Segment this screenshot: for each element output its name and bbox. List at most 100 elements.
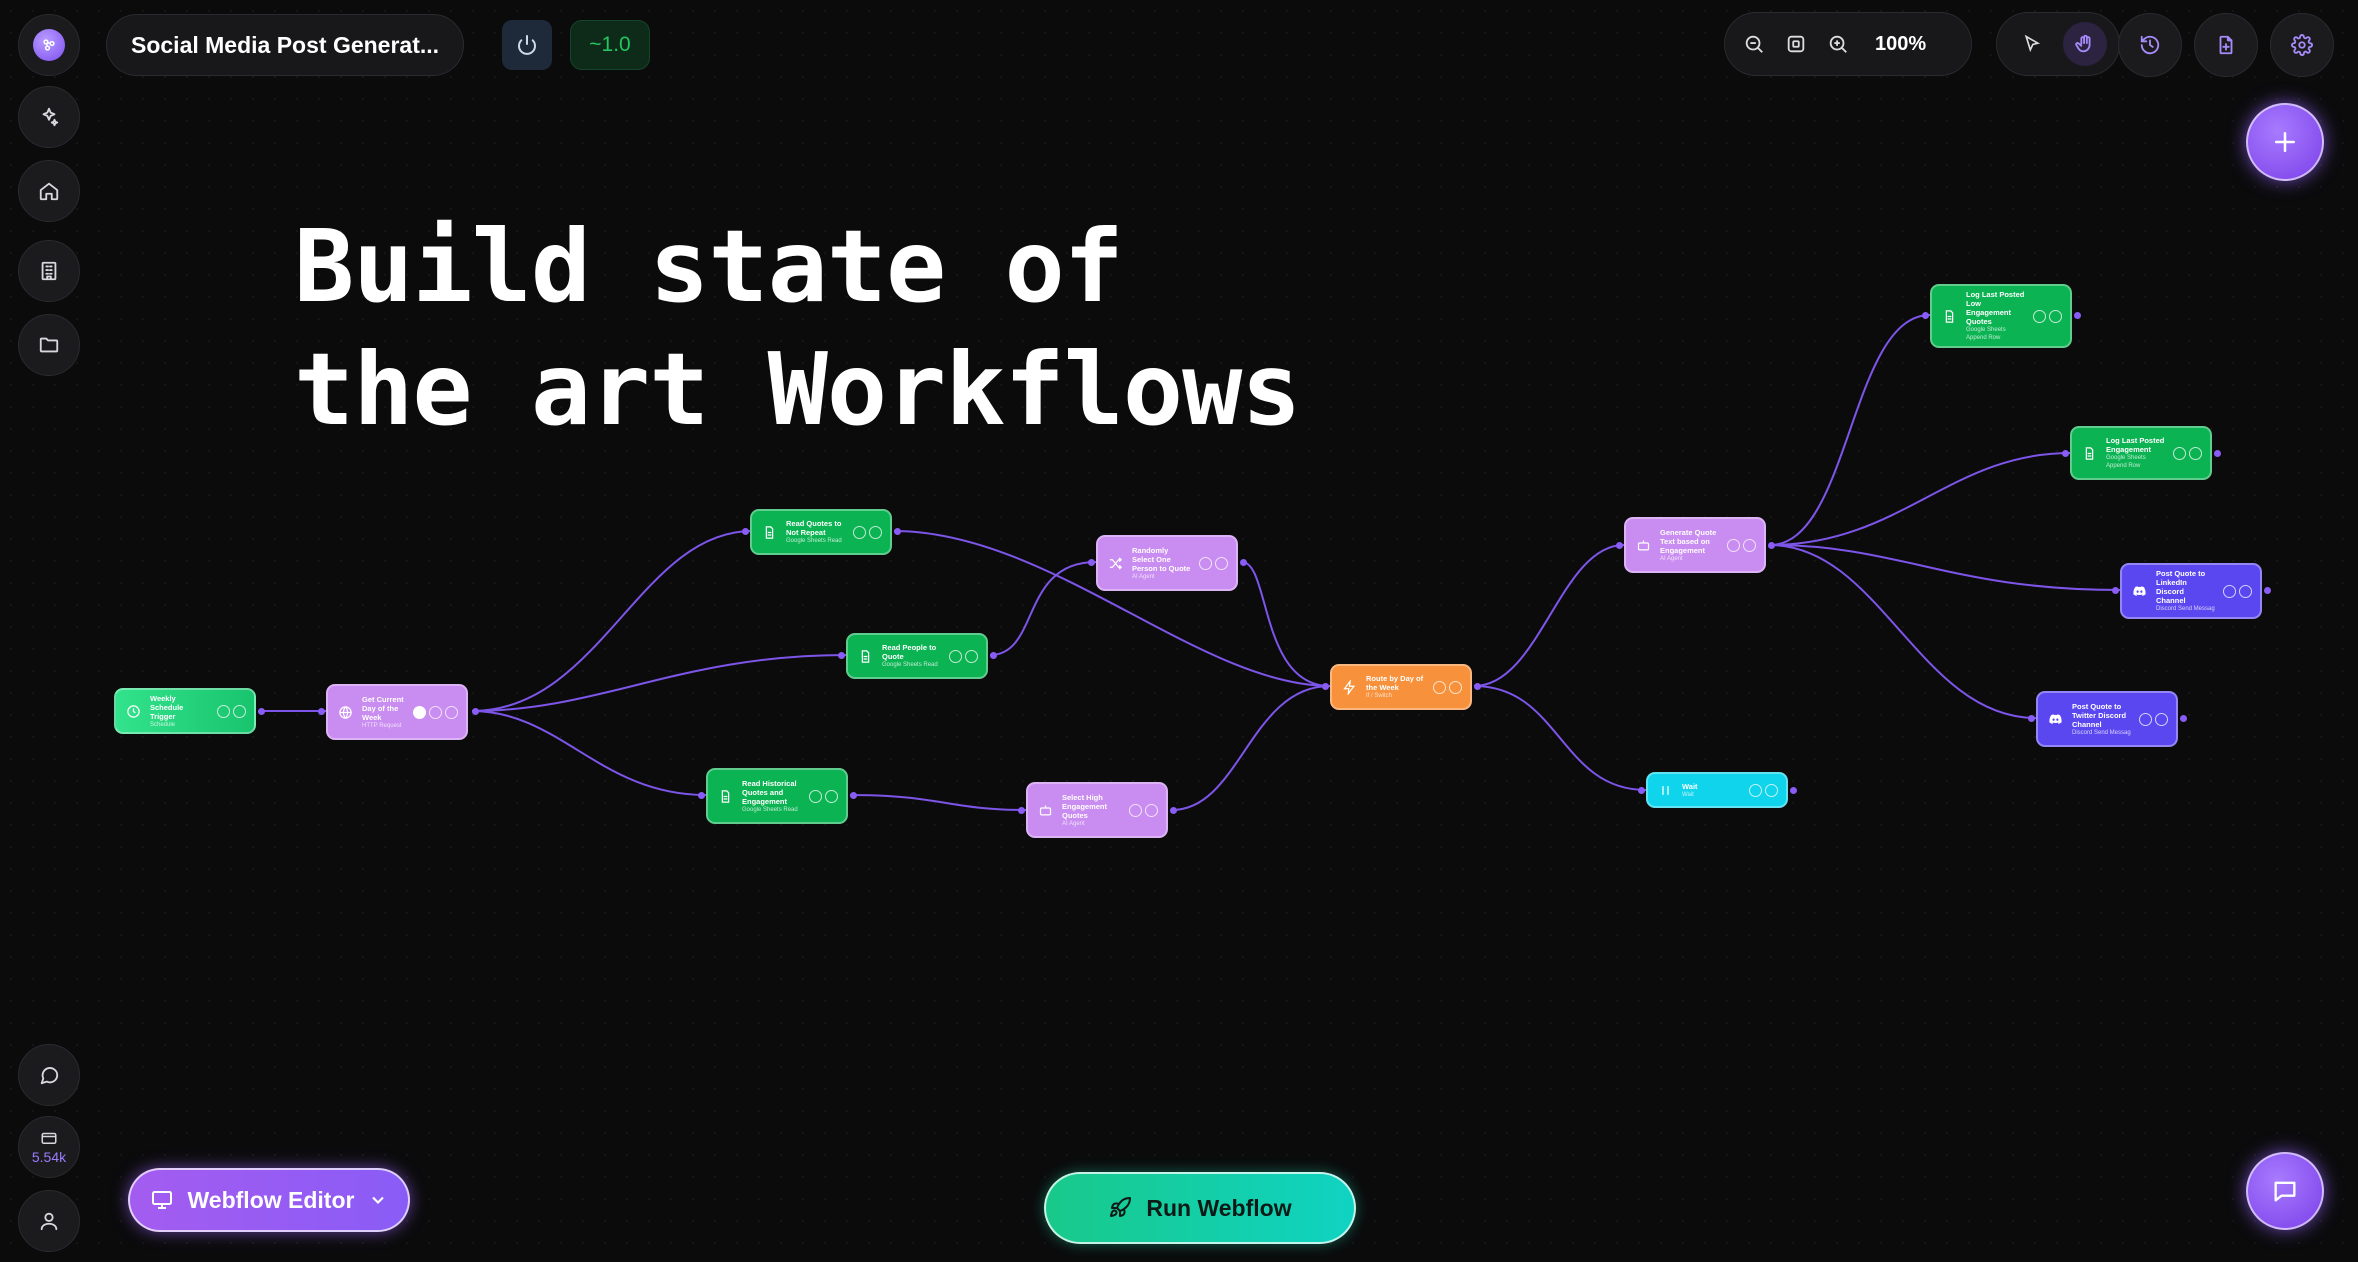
- handle[interactable]: [698, 792, 705, 799]
- handle[interactable]: [258, 708, 265, 715]
- zoom-out-icon[interactable]: [1743, 33, 1765, 55]
- handle[interactable]: [1616, 542, 1623, 549]
- zoom-level[interactable]: 100%: [1875, 33, 1926, 56]
- handle[interactable]: [742, 528, 749, 535]
- node-random-person[interactable]: Randomly Select One Person to Quote AI Ag…: [1096, 535, 1238, 591]
- handle[interactable]: [2062, 450, 2069, 457]
- settings-button[interactable]: [2270, 13, 2334, 77]
- handle[interactable]: [2180, 715, 2187, 722]
- node-route-by-day[interactable]: Route by Day of the Week If / Switch: [1330, 664, 1472, 710]
- node-controls[interactable]: [1129, 803, 1158, 817]
- node-read-people-to-quote[interactable]: Read People to Quote Google Sheets Read: [846, 633, 988, 679]
- ai-assist-button[interactable]: [18, 86, 80, 148]
- chat-icon: [2274, 1181, 2296, 1202]
- node-wait[interactable]: Wait Wait: [1646, 772, 1788, 808]
- rocket-icon: [1110, 1196, 1132, 1217]
- handle[interactable]: [1922, 312, 1929, 319]
- handle[interactable]: [1018, 807, 1025, 814]
- node-title: Log Last Posted Engagement: [2106, 436, 2165, 454]
- zoom-in-icon[interactable]: [1827, 33, 1849, 55]
- node-post-twitter[interactable]: Post Quote to Twitter Discord Channel Dis…: [2036, 691, 2178, 747]
- handle[interactable]: [472, 708, 479, 715]
- node-read-quotes-not-repeat[interactable]: Read Quotes to Not Repeat Google Sheets R…: [750, 509, 892, 555]
- node-high-engagement[interactable]: Select High Engagement Quotes AI Agent: [1026, 782, 1168, 838]
- pointer-icon: [2024, 34, 2040, 53]
- node-log-low-engagement[interactable]: Log Last Posted Low Engagement Quotes Goo…: [1930, 284, 2072, 348]
- handle[interactable]: [1240, 559, 1247, 566]
- node-title: Read Quotes to Not Repeat: [786, 519, 842, 537]
- node-subtitle: AI Agent: [1660, 555, 1683, 562]
- shuffle-icon: [1106, 554, 1124, 572]
- pause-icon: [1656, 781, 1674, 799]
- handle[interactable]: [894, 528, 901, 535]
- webflow-editor-button[interactable]: Webflow Editor: [128, 1168, 410, 1232]
- node-controls[interactable]: [2173, 446, 2202, 460]
- handle[interactable]: [850, 792, 857, 799]
- node-controls[interactable]: [1199, 556, 1228, 570]
- edge: [989, 561, 1097, 656]
- credits-button[interactable]: 5.54k: [18, 1116, 80, 1178]
- handle[interactable]: [2112, 587, 2119, 594]
- handle[interactable]: [2074, 312, 2081, 319]
- logo-button[interactable]: [18, 14, 80, 76]
- chat-button[interactable]: [2246, 1152, 2324, 1230]
- edge: [1473, 685, 1647, 791]
- handle[interactable]: [2264, 587, 2271, 594]
- workflow-edges: [258, 314, 2121, 811]
- handle[interactable]: [2028, 715, 2035, 722]
- power-toggle[interactable]: [502, 20, 552, 70]
- folder-icon: [39, 337, 59, 353]
- add-node-button[interactable]: [2246, 103, 2324, 181]
- gear-icon: [2291, 34, 2313, 56]
- history-button[interactable]: [2118, 13, 2182, 77]
- node-generate-quote[interactable]: Generate Quote Text based on Engagement A…: [1624, 517, 1766, 573]
- node-controls[interactable]: [949, 649, 978, 663]
- node-controls[interactable]: [2033, 309, 2062, 323]
- handle[interactable]: [318, 708, 325, 715]
- node-title: Log Last Posted Low Engagement Quotes: [1966, 290, 2025, 326]
- node-controls[interactable]: [1727, 538, 1756, 552]
- handle[interactable]: [1088, 559, 1095, 566]
- node-read-historical-quotes[interactable]: Read Historical Quotes and Engagement Goo…: [706, 768, 848, 824]
- home-button[interactable]: [18, 160, 80, 222]
- plus-icon: [2275, 132, 2295, 152]
- node-controls[interactable]: [2139, 712, 2168, 726]
- handle[interactable]: [1768, 542, 1775, 549]
- version-label: ~1.0: [589, 33, 631, 56]
- node-log-engagement[interactable]: Log Last Posted Engagement Google Sheets …: [2070, 426, 2212, 480]
- version-badge[interactable]: ~1.0: [570, 20, 650, 70]
- fit-icon[interactable]: [1785, 33, 1807, 55]
- node-subtitle: AI Agent: [1062, 820, 1085, 827]
- node-subtitle: Google Sheets Append Row: [2106, 455, 2146, 469]
- files-button[interactable]: [18, 314, 80, 376]
- hand-tool[interactable]: [2062, 22, 2107, 66]
- canvas-mode-toggle: [1996, 12, 2120, 76]
- profile-button[interactable]: [18, 1190, 80, 1252]
- export-button[interactable]: [2194, 13, 2258, 77]
- handle[interactable]: [1322, 683, 1329, 690]
- pointer-tool[interactable]: [2010, 22, 2054, 66]
- comments-button[interactable]: [18, 1044, 80, 1106]
- sheet-icon: [2080, 444, 2098, 462]
- node-controls[interactable]: [809, 789, 838, 803]
- handle[interactable]: [990, 652, 997, 659]
- workflow-selector[interactable]: Social Media Post Generat...: [106, 14, 464, 76]
- node-controls[interactable]: [2223, 584, 2252, 598]
- handle[interactable]: [838, 652, 845, 659]
- node-get-current-day[interactable]: Get Current Day of the Week HTTP Request: [326, 684, 468, 740]
- node-controls[interactable]: [413, 705, 458, 719]
- node-controls[interactable]: [1749, 783, 1778, 797]
- node-weekly-schedule[interactable]: Weekly Schedule Trigger Schedule: [114, 688, 256, 734]
- node-controls[interactable]: [1433, 680, 1462, 694]
- organization-button[interactable]: [18, 240, 80, 302]
- run-webflow-button[interactable]: Run Webflow: [1044, 1172, 1356, 1244]
- handle[interactable]: [1638, 787, 1645, 794]
- handle[interactable]: [1474, 683, 1481, 690]
- node-title: Generate Quote Text based on Engagement: [1660, 527, 1717, 555]
- node-post-linkedin[interactable]: Post Quote to LinkedIn Discord Channel Di…: [2120, 563, 2262, 619]
- handle[interactable]: [2214, 450, 2221, 457]
- handle[interactable]: [1790, 787, 1797, 794]
- handle[interactable]: [1170, 807, 1177, 814]
- node-controls[interactable]: [217, 704, 246, 718]
- node-controls[interactable]: [853, 525, 882, 539]
